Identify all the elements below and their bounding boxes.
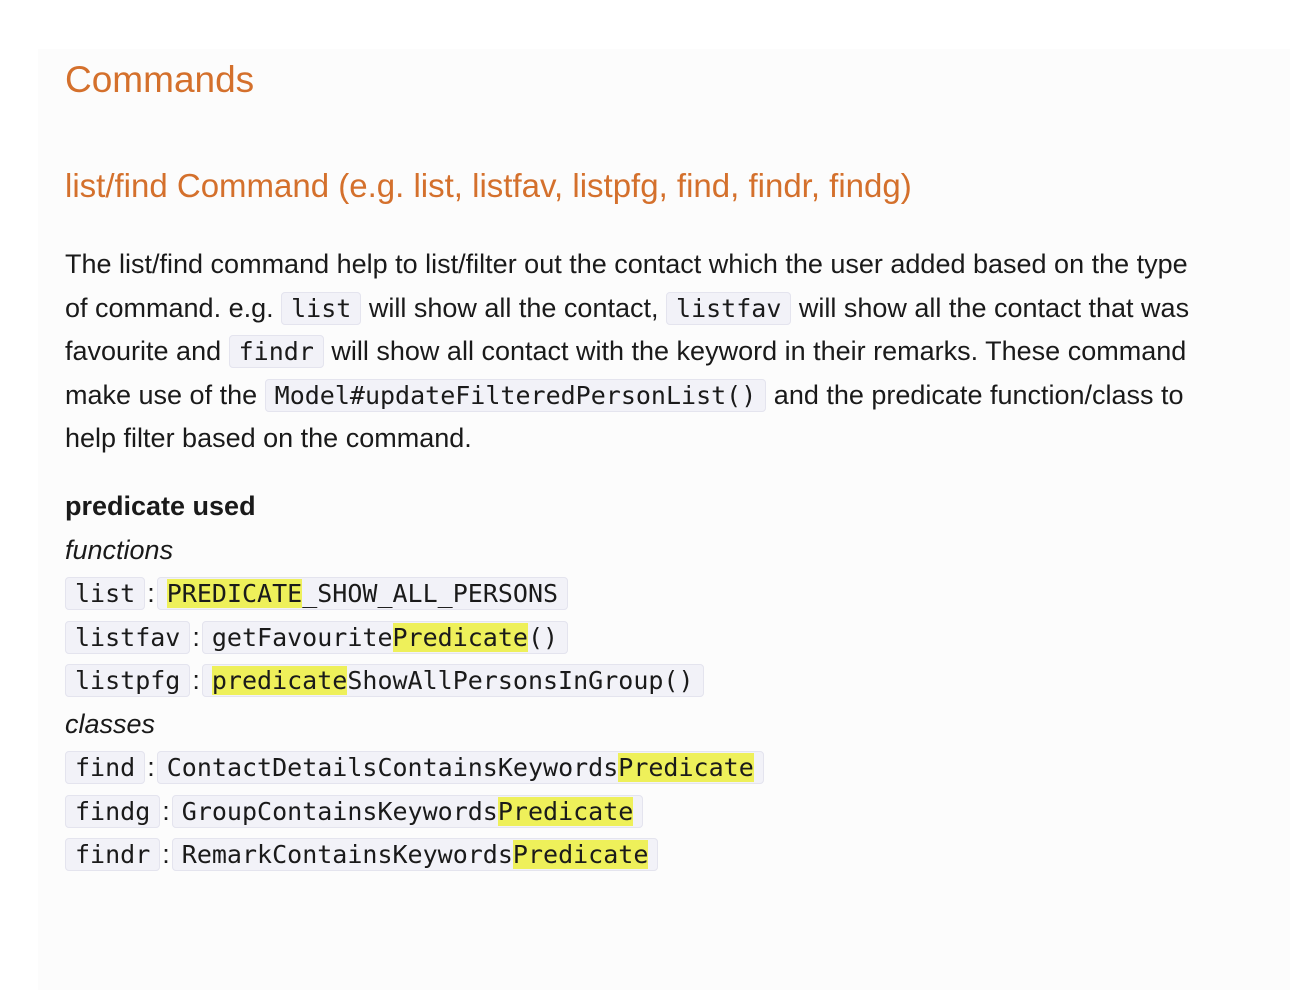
description-paragraph: The list/find command help to list/filte… [65,243,1290,461]
predicate-code: PREDICATE_SHOW_ALL_PERSONS [156,577,569,610]
separator: : [192,665,200,695]
document-page: Commands list/find Command (e.g. list, l… [38,49,1290,990]
predicate-code: ContactDetailsContainsKeywordsPredicate [156,751,764,784]
highlight: Predicate [618,753,754,782]
paragraph-line: help filter based on the command. [65,423,472,453]
command-code: listpfg [65,664,191,697]
predicate-code: RemarkContainsKeywordsPredicate [171,838,659,871]
predicate-title: predicate used [65,491,256,521]
predicate-section: predicate used functions list: PREDICATE_… [65,485,764,877]
highlight: predicate [211,666,348,695]
paragraph-text: and the predicate function/class to [773,379,1184,410]
paragraph-line: favourite and findr will show all contac… [65,330,1290,374]
inline-code: listfav [666,291,792,325]
predicate-code: predicateShowAllPersonsInGroup() [201,664,704,697]
highlight: PREDICATE [166,579,303,608]
paragraph-text: of command. e.g. [65,292,274,323]
predicate-row-find: find: ContactDetailsContainsKeywordsPredi… [65,746,764,790]
command-code: list [65,577,146,610]
separator: : [162,795,170,826]
separator: : [147,752,155,782]
highlight: Predicate [512,840,649,869]
command-code: findr [65,838,161,871]
paragraph-line: make use of the Model#updateFilteredPers… [65,374,1290,418]
functions-label: functions [65,534,174,565]
predicate-code: getFavouritePredicate() [201,620,569,654]
predicate-row-listfav: listfav: getFavouritePredicate() [65,616,764,660]
paragraph-text: make use of the [65,379,258,410]
separator: : [147,578,155,608]
section-heading: list/find Command (e.g. list, listfav, l… [65,167,912,204]
paragraph-line: The list/find command help to list/filte… [65,249,1188,279]
predicate-code: GroupContainsKeywordsPredicate [171,794,644,828]
separator: : [192,621,200,652]
command-code: findg [65,794,161,828]
highlight: Predicate [392,622,528,652]
inline-code: list [281,291,362,325]
predicate-row-listpfg: listpfg: predicateShowAllPersonsInGroup() [65,659,764,703]
page-title: Commands [65,59,255,100]
paragraph-line: of command. e.g. list will show all the … [65,287,1290,331]
predicate-row-findg: findg: GroupContainsKeywordsPredicate [65,790,764,834]
predicate-row-list: list: PREDICATE_SHOW_ALL_PERSONS [65,572,764,616]
paragraph-text: will show all contact with the keyword i… [331,336,1187,366]
command-code: find [65,751,146,784]
inline-code: Model#updateFilteredPersonList() [264,378,767,412]
paragraph-text: will show all the contact, [368,292,659,323]
command-code: listfav [65,620,191,654]
separator: : [162,839,170,869]
classes-label: classes [65,708,156,739]
highlight: Predicate [497,796,634,826]
predicate-row-findr: findr: RemarkContainsKeywordsPredicate [65,833,764,877]
paragraph-text: will show all the contact that was [798,292,1190,323]
paragraph-text: favourite and [65,336,222,366]
inline-code: findr [228,335,324,368]
